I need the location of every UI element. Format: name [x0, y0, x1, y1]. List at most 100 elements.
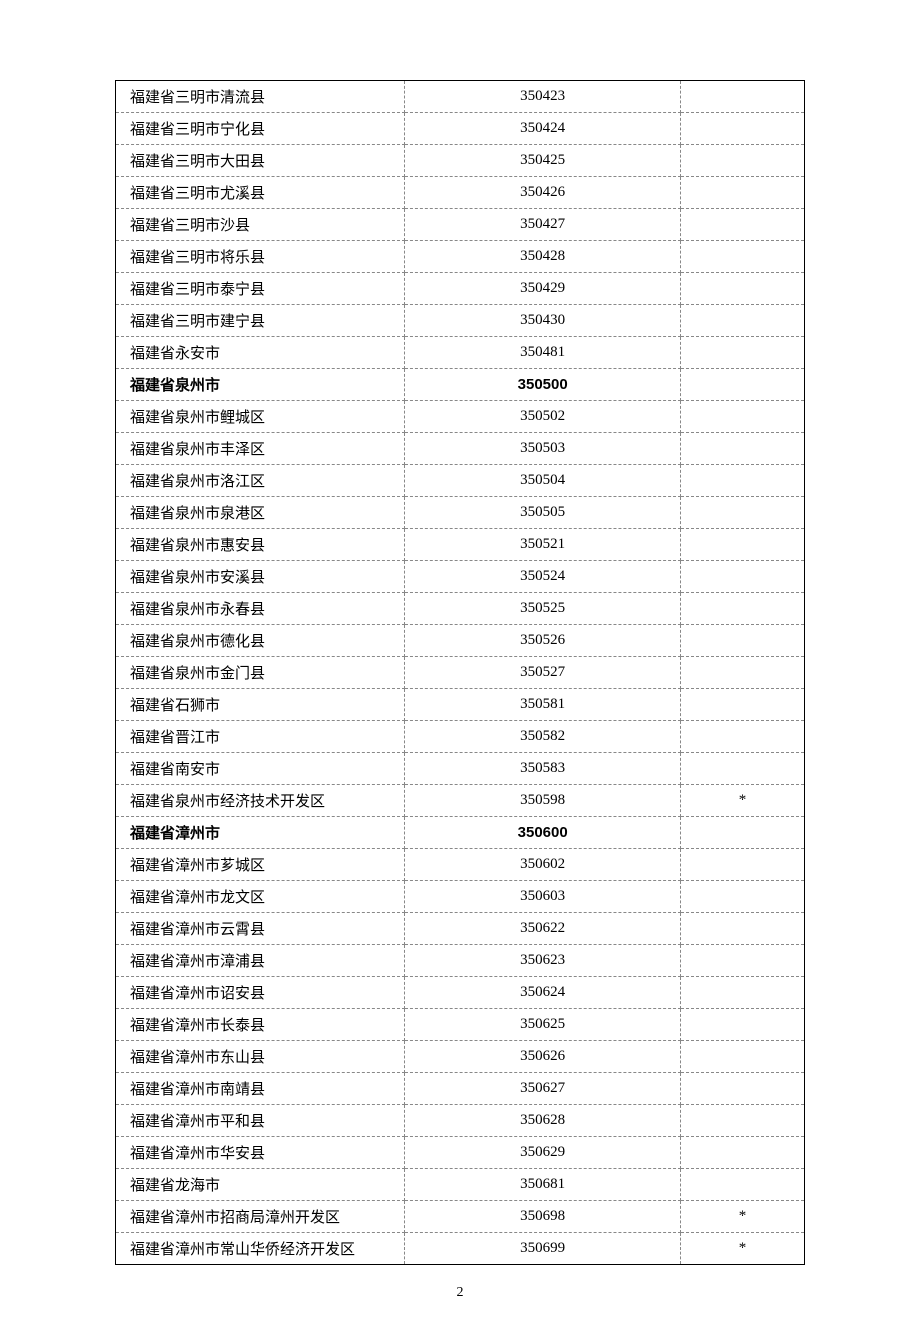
region-name-cell: 福建省漳州市招商局漳州开发区	[116, 1201, 405, 1233]
region-code-cell: 350503	[405, 433, 681, 465]
table-row: 福建省南安市350583	[116, 753, 805, 785]
region-name-cell: 福建省三明市泰宁县	[116, 273, 405, 305]
region-mark-cell	[680, 1105, 804, 1137]
region-mark-cell	[680, 1137, 804, 1169]
table-row: 福建省漳州市常山华侨经济开发区350699*	[116, 1233, 805, 1265]
region-name-cell: 福建省三明市沙县	[116, 209, 405, 241]
region-mark-cell	[680, 369, 804, 401]
region-name-cell: 福建省漳州市长泰县	[116, 1009, 405, 1041]
table-row: 福建省泉州市金门县350527	[116, 657, 805, 689]
region-name-cell: 福建省泉州市	[116, 369, 405, 401]
region-mark-cell	[680, 721, 804, 753]
table-row: 福建省漳州市漳浦县350623	[116, 945, 805, 977]
region-code-cell: 350424	[405, 113, 681, 145]
region-code-cell: 350698	[405, 1201, 681, 1233]
table-row: 福建省漳州市龙文区350603	[116, 881, 805, 913]
region-mark-cell	[680, 337, 804, 369]
region-mark-cell	[680, 177, 804, 209]
region-code-cell: 350623	[405, 945, 681, 977]
region-mark-cell	[680, 305, 804, 337]
region-mark-cell	[680, 1169, 804, 1201]
table-row: 福建省漳州市芗城区350602	[116, 849, 805, 881]
region-code-cell: 350430	[405, 305, 681, 337]
region-code-cell: 350598	[405, 785, 681, 817]
table-row: 福建省石狮市350581	[116, 689, 805, 721]
table-row: 福建省泉州市丰泽区350503	[116, 433, 805, 465]
region-name-cell: 福建省漳州市漳浦县	[116, 945, 405, 977]
region-name-cell: 福建省三明市将乐县	[116, 241, 405, 273]
region-name-cell: 福建省泉州市金门县	[116, 657, 405, 689]
region-code-cell: 350625	[405, 1009, 681, 1041]
region-name-cell: 福建省南安市	[116, 753, 405, 785]
region-mark-cell	[680, 113, 804, 145]
region-code-cell: 350427	[405, 209, 681, 241]
region-code-cell: 350626	[405, 1041, 681, 1073]
region-code-cell: 350603	[405, 881, 681, 913]
table-row: 福建省漳州市招商局漳州开发区350698*	[116, 1201, 805, 1233]
region-mark-cell	[680, 881, 804, 913]
region-name-cell: 福建省泉州市安溪县	[116, 561, 405, 593]
region-mark-cell	[680, 817, 804, 849]
region-mark-cell: *	[680, 1233, 804, 1265]
region-code-cell: 350629	[405, 1137, 681, 1169]
table-row: 福建省漳州市南靖县350627	[116, 1073, 805, 1105]
region-code-cell: 350524	[405, 561, 681, 593]
region-mark-cell	[680, 145, 804, 177]
table-body: 福建省三明市清流县350423福建省三明市宁化县350424福建省三明市大田县3…	[116, 81, 805, 1265]
region-code-cell: 350527	[405, 657, 681, 689]
region-code-cell: 350581	[405, 689, 681, 721]
region-code-cell: 350500	[405, 369, 681, 401]
region-name-cell: 福建省泉州市永春县	[116, 593, 405, 625]
region-name-cell: 福建省永安市	[116, 337, 405, 369]
region-mark-cell	[680, 977, 804, 1009]
region-code-cell: 350426	[405, 177, 681, 209]
table-row: 福建省三明市尤溪县350426	[116, 177, 805, 209]
table-row: 福建省三明市将乐县350428	[116, 241, 805, 273]
region-code-cell: 350602	[405, 849, 681, 881]
region-mark-cell	[680, 273, 804, 305]
region-name-cell: 福建省泉州市经济技术开发区	[116, 785, 405, 817]
table-row: 福建省泉州市德化县350526	[116, 625, 805, 657]
region-name-cell: 福建省漳州市诏安县	[116, 977, 405, 1009]
region-mark-cell	[680, 465, 804, 497]
table-row: 福建省漳州市长泰县350625	[116, 1009, 805, 1041]
region-mark-cell	[680, 1009, 804, 1041]
region-code-cell: 350481	[405, 337, 681, 369]
region-code-cell: 350425	[405, 145, 681, 177]
region-name-cell: 福建省泉州市泉港区	[116, 497, 405, 529]
region-code-cell: 350429	[405, 273, 681, 305]
region-name-cell: 福建省漳州市芗城区	[116, 849, 405, 881]
region-mark-cell	[680, 689, 804, 721]
region-code-cell: 350624	[405, 977, 681, 1009]
region-mark-cell	[680, 625, 804, 657]
region-mark-cell	[680, 1041, 804, 1073]
table-row: 福建省漳州市平和县350628	[116, 1105, 805, 1137]
region-code-cell: 350521	[405, 529, 681, 561]
table-row: 福建省龙海市350681	[116, 1169, 805, 1201]
table-row: 福建省漳州市诏安县350624	[116, 977, 805, 1009]
region-code-cell: 350583	[405, 753, 681, 785]
region-name-cell: 福建省三明市建宁县	[116, 305, 405, 337]
region-name-cell: 福建省泉州市丰泽区	[116, 433, 405, 465]
region-name-cell: 福建省漳州市东山县	[116, 1041, 405, 1073]
region-name-cell: 福建省三明市尤溪县	[116, 177, 405, 209]
table-row: 福建省泉州市350500	[116, 369, 805, 401]
table-row: 福建省三明市建宁县350430	[116, 305, 805, 337]
region-name-cell: 福建省漳州市	[116, 817, 405, 849]
region-name-cell: 福建省龙海市	[116, 1169, 405, 1201]
region-name-cell: 福建省漳州市南靖县	[116, 1073, 405, 1105]
region-name-cell: 福建省泉州市德化县	[116, 625, 405, 657]
region-mark-cell	[680, 945, 804, 977]
region-name-cell: 福建省漳州市常山华侨经济开发区	[116, 1233, 405, 1265]
region-mark-cell	[680, 561, 804, 593]
region-name-cell: 福建省三明市大田县	[116, 145, 405, 177]
table-row: 福建省泉州市惠安县350521	[116, 529, 805, 561]
table-row: 福建省三明市大田县350425	[116, 145, 805, 177]
table-row: 福建省泉州市泉港区350505	[116, 497, 805, 529]
region-code-cell: 350627	[405, 1073, 681, 1105]
region-name-cell: 福建省三明市宁化县	[116, 113, 405, 145]
region-mark-cell	[680, 593, 804, 625]
region-code-cell: 350628	[405, 1105, 681, 1137]
table-row: 福建省漳州市云霄县350622	[116, 913, 805, 945]
region-mark-cell	[680, 849, 804, 881]
